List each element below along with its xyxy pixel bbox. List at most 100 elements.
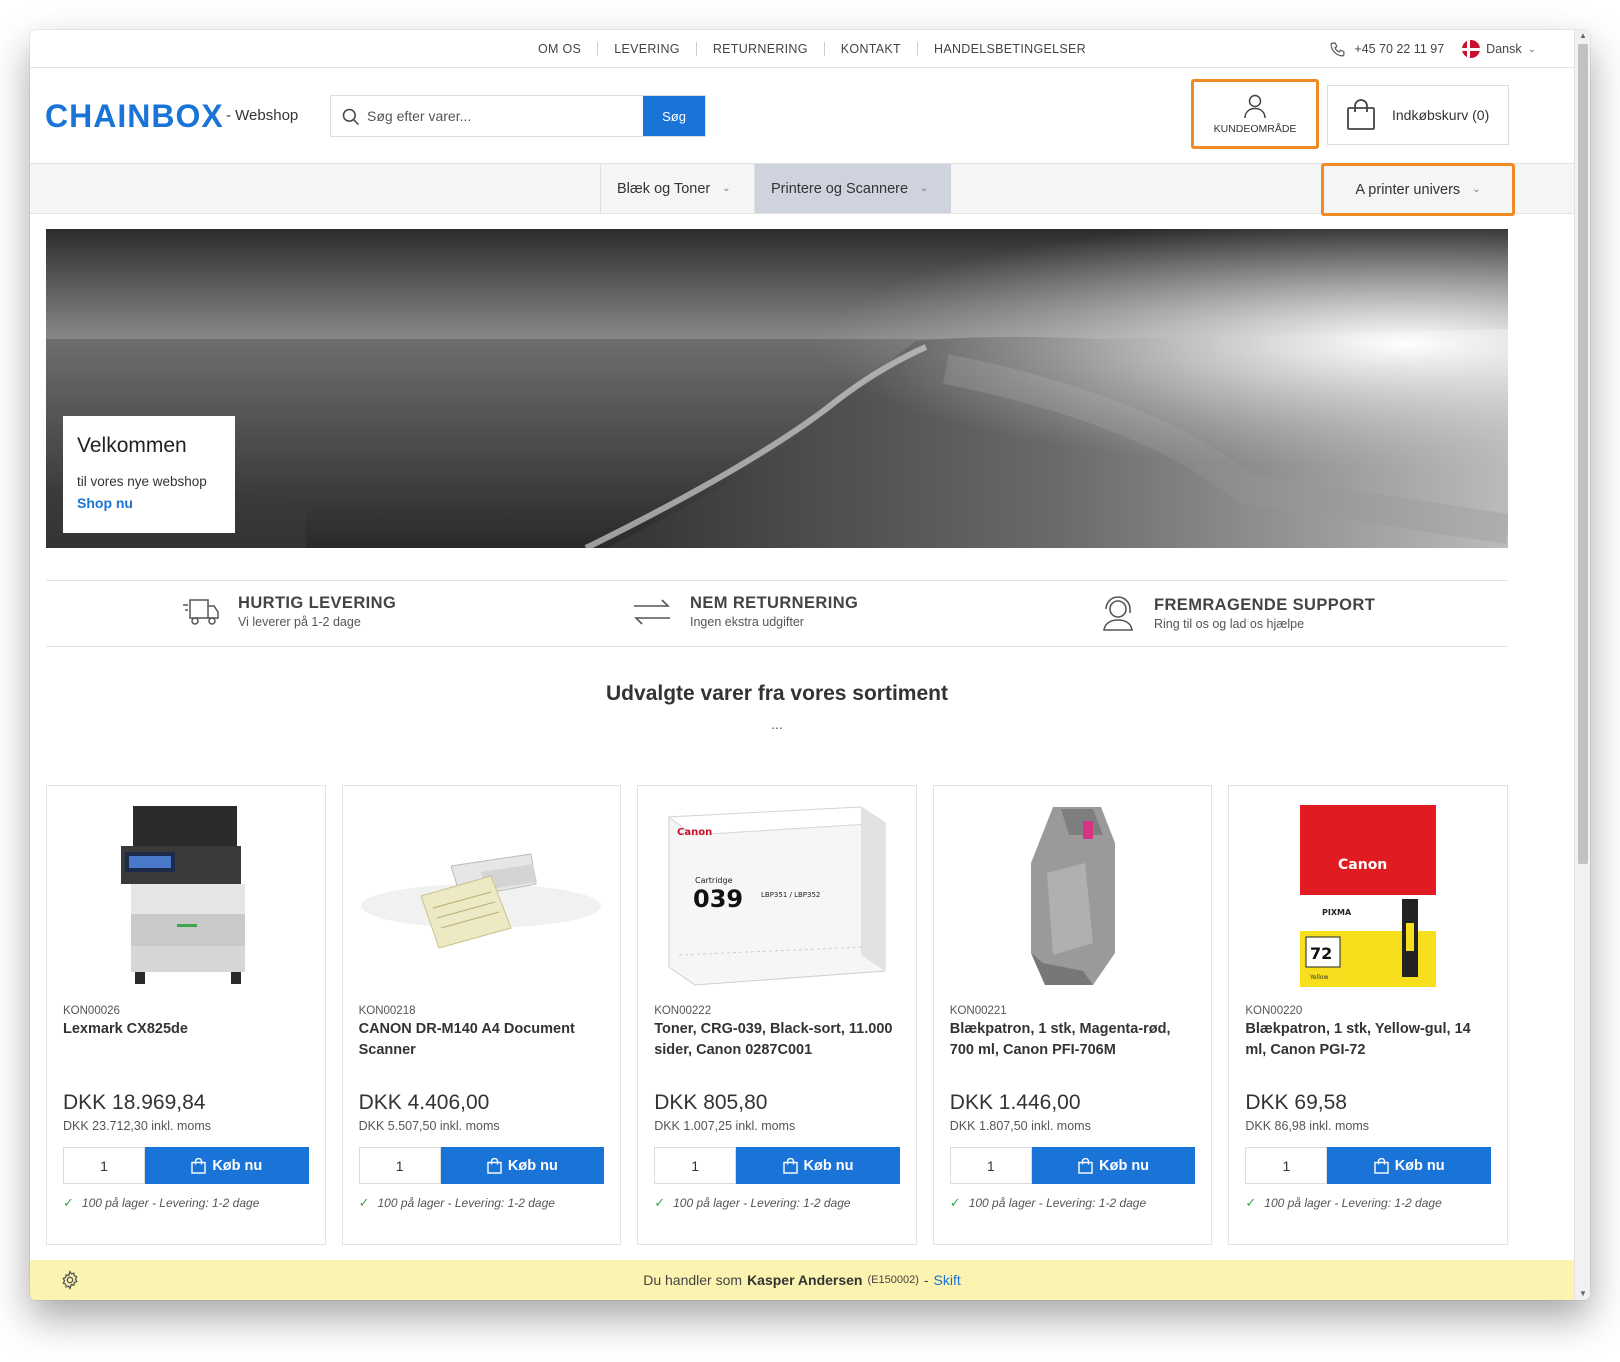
product-price-incl-vat: DKK 5.507,50 inkl. moms bbox=[358, 1119, 500, 1133]
product-sku: KON00220 bbox=[1245, 1005, 1303, 1017]
stock-text: 100 på lager - Levering: 1-2 dage bbox=[81, 1196, 260, 1210]
top-nav-om-os[interactable]: OM OS bbox=[522, 42, 597, 56]
logo[interactable]: CHAINBOX bbox=[45, 98, 224, 135]
scroll-up-icon[interactable]: ▲ bbox=[1575, 30, 1590, 42]
stock-text: 100 på lager - Levering: 1-2 dage bbox=[968, 1196, 1147, 1210]
buy-now-button[interactable]: Køb nu bbox=[440, 1147, 605, 1184]
switch-user-link[interactable]: Skift bbox=[934, 1272, 961, 1288]
check-icon: ✓ bbox=[654, 1195, 666, 1210]
shop-now-link[interactable]: Shop nu bbox=[77, 495, 221, 511]
document-scanner-image bbox=[361, 853, 602, 949]
product-image[interactable] bbox=[63, 796, 309, 996]
language-select[interactable]: Dansk ⌄ bbox=[1462, 40, 1536, 58]
usp-delivery: HURTIG LEVERING Vi leverer på 1-2 dage bbox=[182, 594, 396, 629]
product-name[interactable]: CANON DR-M140 A4 Document Scanner bbox=[359, 1019, 605, 1079]
product-grid: KON00026 Lexmark CX825de DKK 18.969,84 D… bbox=[46, 785, 1508, 1245]
phone-icon bbox=[1330, 42, 1345, 56]
search-button[interactable]: Søg bbox=[643, 96, 705, 136]
check-icon: ✓ bbox=[949, 1195, 961, 1210]
scroll-down-icon[interactable]: ▼ bbox=[1575, 1288, 1590, 1300]
product-price-incl-vat: DKK 23.712,30 inkl. moms bbox=[63, 1119, 211, 1133]
category-a-printer-univers[interactable]: A printer univers ⌄ bbox=[1321, 163, 1515, 216]
phone-number: +45 70 22 11 97 bbox=[1354, 42, 1445, 56]
category-printere-og-scannere[interactable]: Printere og Scannere ⌄ bbox=[755, 164, 951, 213]
quantity-input[interactable] bbox=[1245, 1147, 1328, 1184]
shopping-bag-icon bbox=[1078, 1157, 1093, 1174]
product-name[interactable]: Blækpatron, 1 stk, Magenta-rød, 700 ml, … bbox=[950, 1019, 1196, 1079]
chevron-down-icon: ⌄ bbox=[1472, 184, 1481, 195]
usp-strip: HURTIG LEVERING Vi leverer på 1-2 dage N… bbox=[46, 580, 1508, 647]
scrollbar[interactable]: ▲ ▼ bbox=[1574, 30, 1590, 1300]
usp-support: FREMRAGENDE SUPPORT Ring til os og lad o… bbox=[1100, 594, 1375, 632]
product-card: Canon PIXMA 72 Yellow KON00220 Blækpatro… bbox=[1228, 785, 1508, 1245]
top-nav-kontakt[interactable]: KONTAKT bbox=[823, 42, 917, 56]
stock-text: 100 på lager - Levering: 1-2 dage bbox=[377, 1196, 555, 1210]
product-price: DKK 1.446,00 bbox=[949, 1091, 1081, 1114]
buy-now-button[interactable]: Køb nu bbox=[1031, 1147, 1196, 1184]
cart-button[interactable]: Indkøbskurv (0) bbox=[1327, 85, 1509, 145]
stock-status: ✓ 100 på lager - Levering: 1-2 dage bbox=[654, 1195, 900, 1211]
search-bar: Søg bbox=[330, 95, 706, 137]
chevron-down-icon: ⌄ bbox=[920, 183, 929, 194]
top-nav-returnering[interactable]: RETURNERING bbox=[695, 42, 824, 56]
gear-icon[interactable] bbox=[60, 1270, 80, 1290]
language-label: Dansk bbox=[1486, 42, 1522, 56]
hero-banner: Velkommen til vores nye webshop Shop nu bbox=[46, 229, 1508, 548]
buy-now-button[interactable]: Køb nu bbox=[1327, 1147, 1491, 1184]
truck-icon bbox=[183, 598, 219, 625]
ink-brand: Canon bbox=[1338, 857, 1387, 873]
check-icon: ✓ bbox=[358, 1195, 370, 1210]
product-price-incl-vat: DKK 1.807,50 inkl. moms bbox=[949, 1119, 1091, 1133]
phone-link[interactable]: +45 70 22 11 97 bbox=[1329, 41, 1444, 58]
shopping-bag-icon bbox=[1347, 99, 1375, 130]
ink-cartridge-yellow-image: Canon PIXMA 72 Yellow bbox=[1300, 805, 1437, 987]
shopping-bag-icon bbox=[191, 1157, 207, 1174]
category-blaek-og-toner[interactable]: Blæk og Toner ⌄ bbox=[600, 164, 755, 213]
buy-row: Køb nu bbox=[1245, 1147, 1491, 1184]
buy-row: Køb nu bbox=[654, 1147, 900, 1184]
buy-now-button[interactable]: Køb nu bbox=[736, 1147, 900, 1184]
exchange-arrows-icon bbox=[634, 598, 670, 625]
product-image[interactable] bbox=[359, 796, 605, 996]
category-label: A printer univers bbox=[1355, 181, 1461, 198]
customer-area-label: KUNDEOMRÅDE bbox=[1213, 123, 1297, 135]
customer-area-button[interactable]: KUNDEOMRÅDE bbox=[1191, 79, 1319, 149]
quantity-input[interactable] bbox=[654, 1147, 737, 1184]
ink-cartridge-magenta-image bbox=[1030, 807, 1115, 985]
product-image[interactable]: Canon PIXMA 72 Yellow bbox=[1245, 796, 1491, 996]
toner-brand: Canon bbox=[677, 827, 712, 838]
shopping-bag-icon bbox=[782, 1157, 798, 1174]
product-price: DKK 805,80 bbox=[654, 1091, 768, 1114]
quantity-input[interactable] bbox=[949, 1147, 1032, 1184]
ink-number: 72 bbox=[1310, 944, 1332, 963]
scrollbar-thumb[interactable] bbox=[1578, 44, 1588, 864]
product-sku: KON00221 bbox=[949, 1005, 1007, 1017]
product-name[interactable]: Lexmark CX825de bbox=[63, 1019, 309, 1079]
top-nav-handelsbetingelser[interactable]: HANDELSBETINGELSER bbox=[917, 42, 1102, 56]
footer-separator: - bbox=[923, 1272, 929, 1288]
category-label: Printere og Scannere bbox=[771, 180, 909, 197]
product-name[interactable]: Toner, CRG-039, Black-sort, 11.000 sider… bbox=[654, 1019, 900, 1079]
search-input[interactable] bbox=[331, 96, 643, 136]
buy-now-button[interactable]: Køb nu bbox=[145, 1147, 309, 1184]
product-image[interactable]: Canon Cartridge 039 LBP351 / LBP352 bbox=[654, 796, 900, 996]
product-image[interactable] bbox=[950, 796, 1196, 996]
check-icon: ✓ bbox=[1245, 1195, 1257, 1210]
ink-color: Yellow bbox=[1309, 974, 1329, 981]
search-icon bbox=[342, 108, 360, 126]
hero-text: til vores nye webshop bbox=[77, 474, 207, 489]
product-price-incl-vat: DKK 86,98 inkl. moms bbox=[1245, 1119, 1370, 1133]
product-price: DKK 69,58 bbox=[1245, 1091, 1347, 1114]
section-title: Udvalgte varer fra vores sortiment bbox=[606, 682, 948, 705]
top-nav-levering[interactable]: LEVERING bbox=[597, 42, 696, 56]
usp-title: NEM RETURNERING bbox=[690, 594, 859, 612]
product-card: Canon Cartridge 039 LBP351 / LBP352 KON0… bbox=[637, 785, 917, 1245]
product-card: KON00218 CANON DR-M140 A4 Document Scann… bbox=[341, 785, 622, 1245]
header: CHAINBOX - Webshop Søg KUNDEOMRÅDE Indkø… bbox=[30, 68, 1574, 164]
quantity-input[interactable] bbox=[63, 1147, 145, 1184]
stock-text: 100 på lager - Levering: 1-2 dage bbox=[673, 1196, 851, 1210]
product-name[interactable]: Blækpatron, 1 stk, Yellow-gul, 14 ml, Ca… bbox=[1245, 1019, 1491, 1079]
stock-status: ✓ 100 på lager - Levering: 1-2 dage bbox=[1245, 1195, 1491, 1211]
impersonation-bar: Du handler som Kasper Andersen (E150002)… bbox=[30, 1260, 1574, 1300]
quantity-input[interactable] bbox=[358, 1147, 441, 1184]
